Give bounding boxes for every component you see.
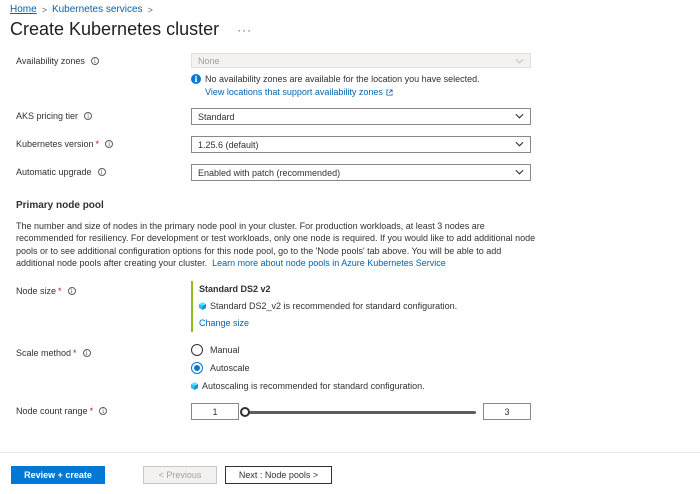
node-count-max-input[interactable]: 3: [483, 403, 531, 420]
scale-autoscale-radio[interactable]: Autoscale: [191, 362, 250, 374]
next-node-pools-button[interactable]: Next : Node pools >: [225, 466, 332, 484]
node-count-min-input[interactable]: 1: [191, 403, 239, 420]
chevron-down-icon: [515, 113, 524, 119]
cube-icon: [191, 382, 198, 390]
chevron-down-icon: [515, 141, 524, 147]
info-icon[interactable]: i: [97, 168, 106, 176]
change-size-link[interactable]: Change size: [199, 318, 531, 328]
node-count-slider-thumb[interactable]: [240, 407, 250, 417]
availability-info: i No availability zones are available fo…: [191, 73, 480, 99]
breadcrumb-services-link[interactable]: Kubernetes services: [52, 4, 143, 15]
node-size-name: Standard DS2 v2: [199, 284, 271, 294]
pricing-tier-label-text: AKS pricing tier: [16, 111, 79, 121]
primary-node-pool-heading: Primary node pool: [16, 200, 104, 211]
form-content: Availability zones i None i No availabil…: [0, 52, 700, 450]
required-marker: *: [89, 406, 94, 416]
node-size-label: Node size * i: [16, 286, 76, 296]
kubernetes-version-label: Kubernetes version * i: [16, 139, 114, 149]
primary-node-pool-description: The number and size of nodes in the prim…: [16, 220, 536, 269]
autoscale-recommendation-text: Autoscaling is recommended for standard …: [202, 381, 425, 391]
node-size-label-text: Node size: [16, 286, 57, 296]
availability-zones-select: None: [191, 53, 531, 68]
required-marker: *: [95, 139, 100, 149]
info-icon[interactable]: i: [90, 57, 99, 65]
footer: Review + create < Previous Next : Node p…: [0, 452, 700, 494]
info-icon: i: [191, 74, 201, 84]
learn-more-node-pools-link[interactable]: Learn more about node pools in Azure Kub…: [212, 258, 446, 268]
chevron-right-icon: >: [41, 4, 47, 15]
availability-zones-label: Availability zones i: [16, 56, 99, 66]
scale-method-label: Scale method * i: [16, 348, 91, 358]
title-row: Create Kubernetes cluster ···: [10, 19, 252, 40]
previous-button[interactable]: < Previous: [143, 466, 217, 484]
review-create-button[interactable]: Review + create: [11, 466, 105, 484]
kubernetes-version-select[interactable]: 1.25.6 (default): [191, 136, 531, 153]
availability-zones-value: None: [198, 55, 220, 66]
pricing-tier-value: Standard: [198, 111, 235, 122]
info-icon[interactable]: i: [99, 407, 108, 415]
pricing-tier-select[interactable]: Standard: [191, 108, 531, 125]
required-marker: *: [58, 286, 62, 296]
page-title: Create Kubernetes cluster: [10, 19, 220, 39]
availability-zones-label-text: Availability zones: [16, 56, 85, 66]
breadcrumb-home-link[interactable]: Home: [10, 4, 37, 15]
scale-manual-label: Manual: [210, 345, 240, 355]
chevron-down-icon: [515, 58, 524, 64]
autoscale-recommendation: Autoscaling is recommended for standard …: [191, 381, 425, 391]
info-icon[interactable]: i: [82, 349, 91, 357]
radio-circle[interactable]: [191, 344, 203, 356]
kubernetes-version-label-text: Kubernetes version: [16, 139, 94, 149]
node-count-range-label: Node count range * i: [16, 406, 108, 416]
availability-zones-link[interactable]: View locations that support availability…: [205, 86, 383, 99]
more-icon[interactable]: ···: [237, 23, 252, 37]
radio-circle-selected[interactable]: [191, 362, 203, 374]
scale-autoscale-label: Autoscale: [210, 363, 250, 373]
pricing-tier-label: AKS pricing tier i: [16, 111, 93, 121]
info-icon[interactable]: i: [67, 287, 76, 295]
chevron-down-icon: [515, 169, 524, 175]
automatic-upgrade-label-text: Automatic upgrade: [16, 167, 92, 177]
breadcrumb: Home > Kubernetes services >: [10, 4, 153, 15]
info-icon[interactable]: i: [84, 112, 93, 120]
required-marker: *: [73, 348, 77, 358]
availability-note: No availability zones are available for …: [205, 74, 480, 84]
chevron-right-icon: >: [147, 4, 153, 15]
external-link-icon[interactable]: [386, 89, 393, 96]
automatic-upgrade-label: Automatic upgrade i: [16, 167, 106, 177]
automatic-upgrade-select[interactable]: Enabled with patch (recommended): [191, 164, 531, 181]
node-size-recommendation: Standard DS2_v2 is recommended for stand…: [199, 301, 531, 311]
scale-manual-radio[interactable]: Manual: [191, 344, 240, 356]
cube-icon: [199, 302, 206, 310]
node-count-slider-track[interactable]: [244, 411, 476, 414]
scale-method-label-text: Scale method: [16, 348, 72, 358]
node-count-range-label-text: Node count range: [16, 406, 88, 416]
node-size-panel: Standard DS2 v2 Standard DS2_v2 is recom…: [191, 281, 531, 332]
automatic-upgrade-value: Enabled with patch (recommended): [198, 167, 341, 178]
info-icon[interactable]: i: [105, 140, 114, 148]
node-size-recommendation-text: Standard DS2_v2 is recommended for stand…: [210, 301, 458, 311]
kubernetes-version-value: 1.25.6 (default): [198, 139, 259, 150]
